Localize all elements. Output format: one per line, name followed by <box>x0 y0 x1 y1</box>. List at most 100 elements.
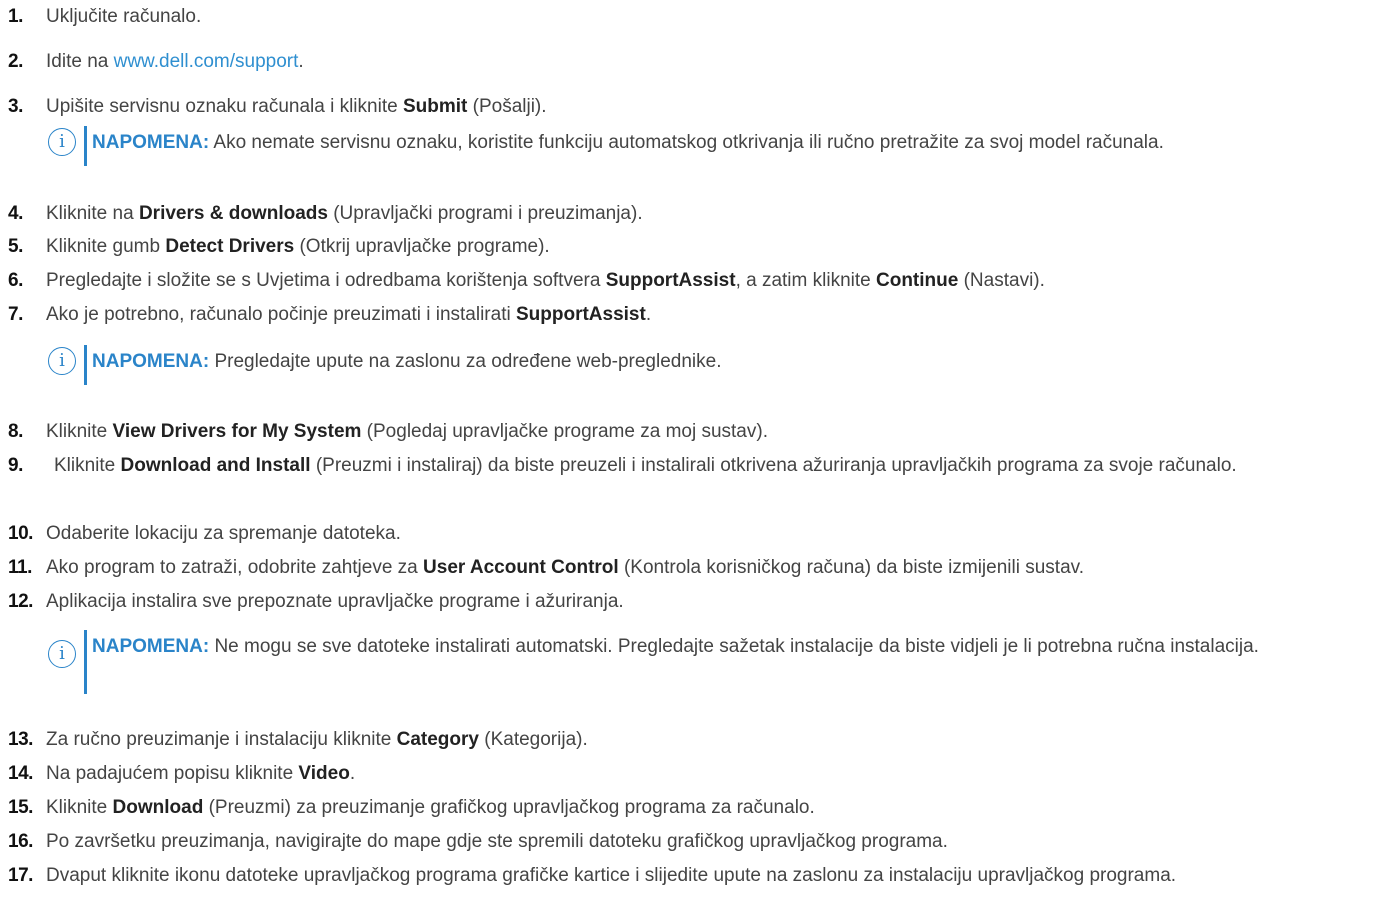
step-text: Dvaput kliknite ikonu datoteke upravljač… <box>46 865 1176 886</box>
ui-term: Video <box>298 763 350 784</box>
step-text-segment: Kliknite gumb <box>46 236 166 257</box>
ui-term: Submit <box>402 96 468 117</box>
ui-term: Category <box>396 729 479 750</box>
step-text: Aplikacija instalira sve prepoznate upra… <box>46 591 624 612</box>
step-number: 3. <box>8 96 23 117</box>
step-10: 10. Odaberite lokaciju za spremanje datot… <box>8 520 1383 547</box>
note-text: NAPOMENA: Pregledajte upute na zaslonu z… <box>92 347 1382 376</box>
ui-term: View Drivers for My System <box>112 421 362 442</box>
step-1: 1. Uključite računalo. <box>8 3 1383 30</box>
step-text-segment: Uključite računalo. <box>46 6 202 27</box>
step-text-segment: Kliknite <box>46 797 113 818</box>
step-number: 15. <box>8 797 33 818</box>
step-text: Na padajućem popisu kliknite Video. <box>46 763 355 784</box>
step-text-segment: Pregledajte i složite se s Uvjetima i od… <box>46 270 606 291</box>
step-2: 2. Idite na www.dell.com/support. <box>8 48 1383 75</box>
step-text: Ako program to zatraži, odobrite zahtjev… <box>46 557 1084 578</box>
step-text-segment: (Kategorija). <box>478 729 588 750</box>
step-7: 7. Ako je potrebno, računalo počinje preu… <box>8 301 1383 328</box>
ui-term: Continue <box>876 270 959 291</box>
ui-term: User Account Control <box>423 557 619 578</box>
step-15: 15. Kliknite Download (Preuzmi) za preuzi… <box>8 794 1383 821</box>
step-text-segment: (Pošalji). <box>467 96 547 117</box>
step-13: 13. Za ručno preuzimanje i instalaciju kl… <box>8 726 1383 753</box>
step-text: Uključite računalo. <box>46 6 201 27</box>
note-label: NAPOMENA: <box>92 351 210 372</box>
step-text: Pregledajte i složite se s Uvjetima i od… <box>46 270 1045 291</box>
info-icon: i <box>48 128 76 156</box>
info-icon: i <box>48 347 76 375</box>
step-number: 17. <box>8 865 33 886</box>
note-divider <box>84 345 87 385</box>
step-text-segment: . <box>298 51 304 72</box>
step-text-segment: Ako je potrebno, računalo počinje preuzi… <box>46 304 516 325</box>
step-text: Idite na www.dell.com/support. <box>46 51 304 72</box>
step-number: 5. <box>8 236 23 257</box>
step-text-segment: (Preuzmi) za preuzimanje grafičkog uprav… <box>203 797 815 818</box>
step-text-segment: Ako program to zatraži, odobrite zahtjev… <box>46 557 424 578</box>
step-text: Kliknite gumb Detect Drivers (Otkrij upr… <box>46 236 550 257</box>
step-4: 4. Kliknite na Drivers & downloads (Uprav… <box>8 200 1383 227</box>
step-text-segment: Kliknite na <box>46 203 139 224</box>
step-text: Upišite servisnu oznaku računala i klikn… <box>46 96 547 117</box>
note-content: Pregledajte upute na zaslonu za određene… <box>209 351 722 372</box>
info-icon: i <box>48 640 76 668</box>
step-text-segment: (Pogledaj upravljačke programe za moj su… <box>361 421 768 442</box>
step-5: 5. Kliknite gumb Detect Drivers (Otkrij u… <box>8 233 1383 260</box>
step-8: 8. Kliknite View Drivers for My System (P… <box>8 418 1383 445</box>
step-number: 11. <box>8 557 32 578</box>
step-text-segment: Upišite servisnu oznaku računala i klikn… <box>46 96 403 117</box>
step-6: 6. Pregledajte i složite se s Uvjetima i … <box>8 267 1383 294</box>
step-text-segment: , a zatim kliknite <box>735 270 876 291</box>
step-text-segment: Odaberite lokaciju za spremanje datoteka… <box>46 523 401 544</box>
note-box: i NAPOMENA: Ako nemate servisnu oznaku, … <box>48 126 1383 168</box>
note-box: i NAPOMENA: Ne mogu se sve datoteke inst… <box>48 630 1383 694</box>
note-content: Ako nemate servisnu oznaku, koristite fu… <box>209 132 1164 153</box>
step-number: 13. <box>8 729 33 750</box>
note-label: NAPOMENA: <box>92 132 210 153</box>
note-content: Ne mogu se sve datoteke instalirati auto… <box>209 636 1259 657</box>
step-text: Kliknite na Drivers & downloads (Upravlj… <box>46 203 643 224</box>
step-text-segment: Kliknite <box>46 421 113 442</box>
step-16: 16. Po završetku preuzimanja, navigirajte… <box>8 828 1383 855</box>
step-number: 16. <box>8 831 33 852</box>
ui-term: Detect Drivers <box>165 236 295 257</box>
step-text: Odaberite lokaciju za spremanje datoteka… <box>46 523 401 544</box>
step-number: 12. <box>8 591 33 612</box>
note-divider <box>84 630 87 694</box>
step-text-segment: (Upravljački programi i preuzimanja). <box>327 203 643 224</box>
step-12: 12. Aplikacija instalira sve prepoznate u… <box>8 588 1383 615</box>
step-text-segment: (Nastavi). <box>958 270 1045 291</box>
step-text-segment: Dvaput kliknite ikonu datoteke upravljač… <box>46 865 1177 886</box>
step-number: 14. <box>8 763 33 784</box>
step-text-segment: Za ručno preuzimanje i instalaciju klikn… <box>46 729 397 750</box>
step-14: 14. Na padajućem popisu kliknite Video. <box>8 760 1383 787</box>
step-number: 7. <box>8 304 23 325</box>
step-text-segment: (Kontrola korisničkog računa) da biste i… <box>618 557 1085 578</box>
note-label: NAPOMENA: <box>92 636 210 657</box>
step-text-segment: Na padajućem popisu kliknite <box>46 763 299 784</box>
step-text-segment: (Preuzmi i instaliraj) da biste preuzeli… <box>310 455 1237 476</box>
step-text: Za ručno preuzimanje i instalaciju klikn… <box>46 729 588 750</box>
step-text: Kliknite View Drivers for My System (Pog… <box>46 421 768 442</box>
step-number: 8. <box>8 421 23 442</box>
ui-term: Drivers & downloads <box>138 203 328 224</box>
step-text: Po završetku preuzimanja, navigirajte do… <box>46 831 948 852</box>
step-number: 10. <box>8 523 33 544</box>
step-text: Kliknite Download and Install (Preuzmi i… <box>54 452 1354 479</box>
step-text-segment: . <box>349 763 356 784</box>
note-divider <box>84 126 87 166</box>
step-number: 4. <box>8 203 23 224</box>
step-number: 9. <box>8 455 23 476</box>
support-link[interactable]: www.dell.com/support <box>114 51 299 72</box>
note-text: NAPOMENA: Ne mogu se sve datoteke instal… <box>92 632 1382 661</box>
step-3: 3. Upišite servisnu oznaku računala i kli… <box>8 93 1383 120</box>
step-text-segment: . <box>645 304 652 325</box>
note-text: NAPOMENA: Ako nemate servisnu oznaku, ko… <box>92 128 1382 157</box>
step-number: 1. <box>8 6 23 27</box>
step-11: 11. Ako program to zatraži, odobrite zaht… <box>8 554 1383 581</box>
step-text-segment: Po završetku preuzimanja, navigirajte do… <box>46 831 948 852</box>
note-box: i NAPOMENA: Pregledajte upute na zaslonu… <box>48 345 1383 387</box>
step-number: 6. <box>8 270 23 291</box>
step-text-segment: (Otkrij upravljačke programe). <box>294 236 550 257</box>
